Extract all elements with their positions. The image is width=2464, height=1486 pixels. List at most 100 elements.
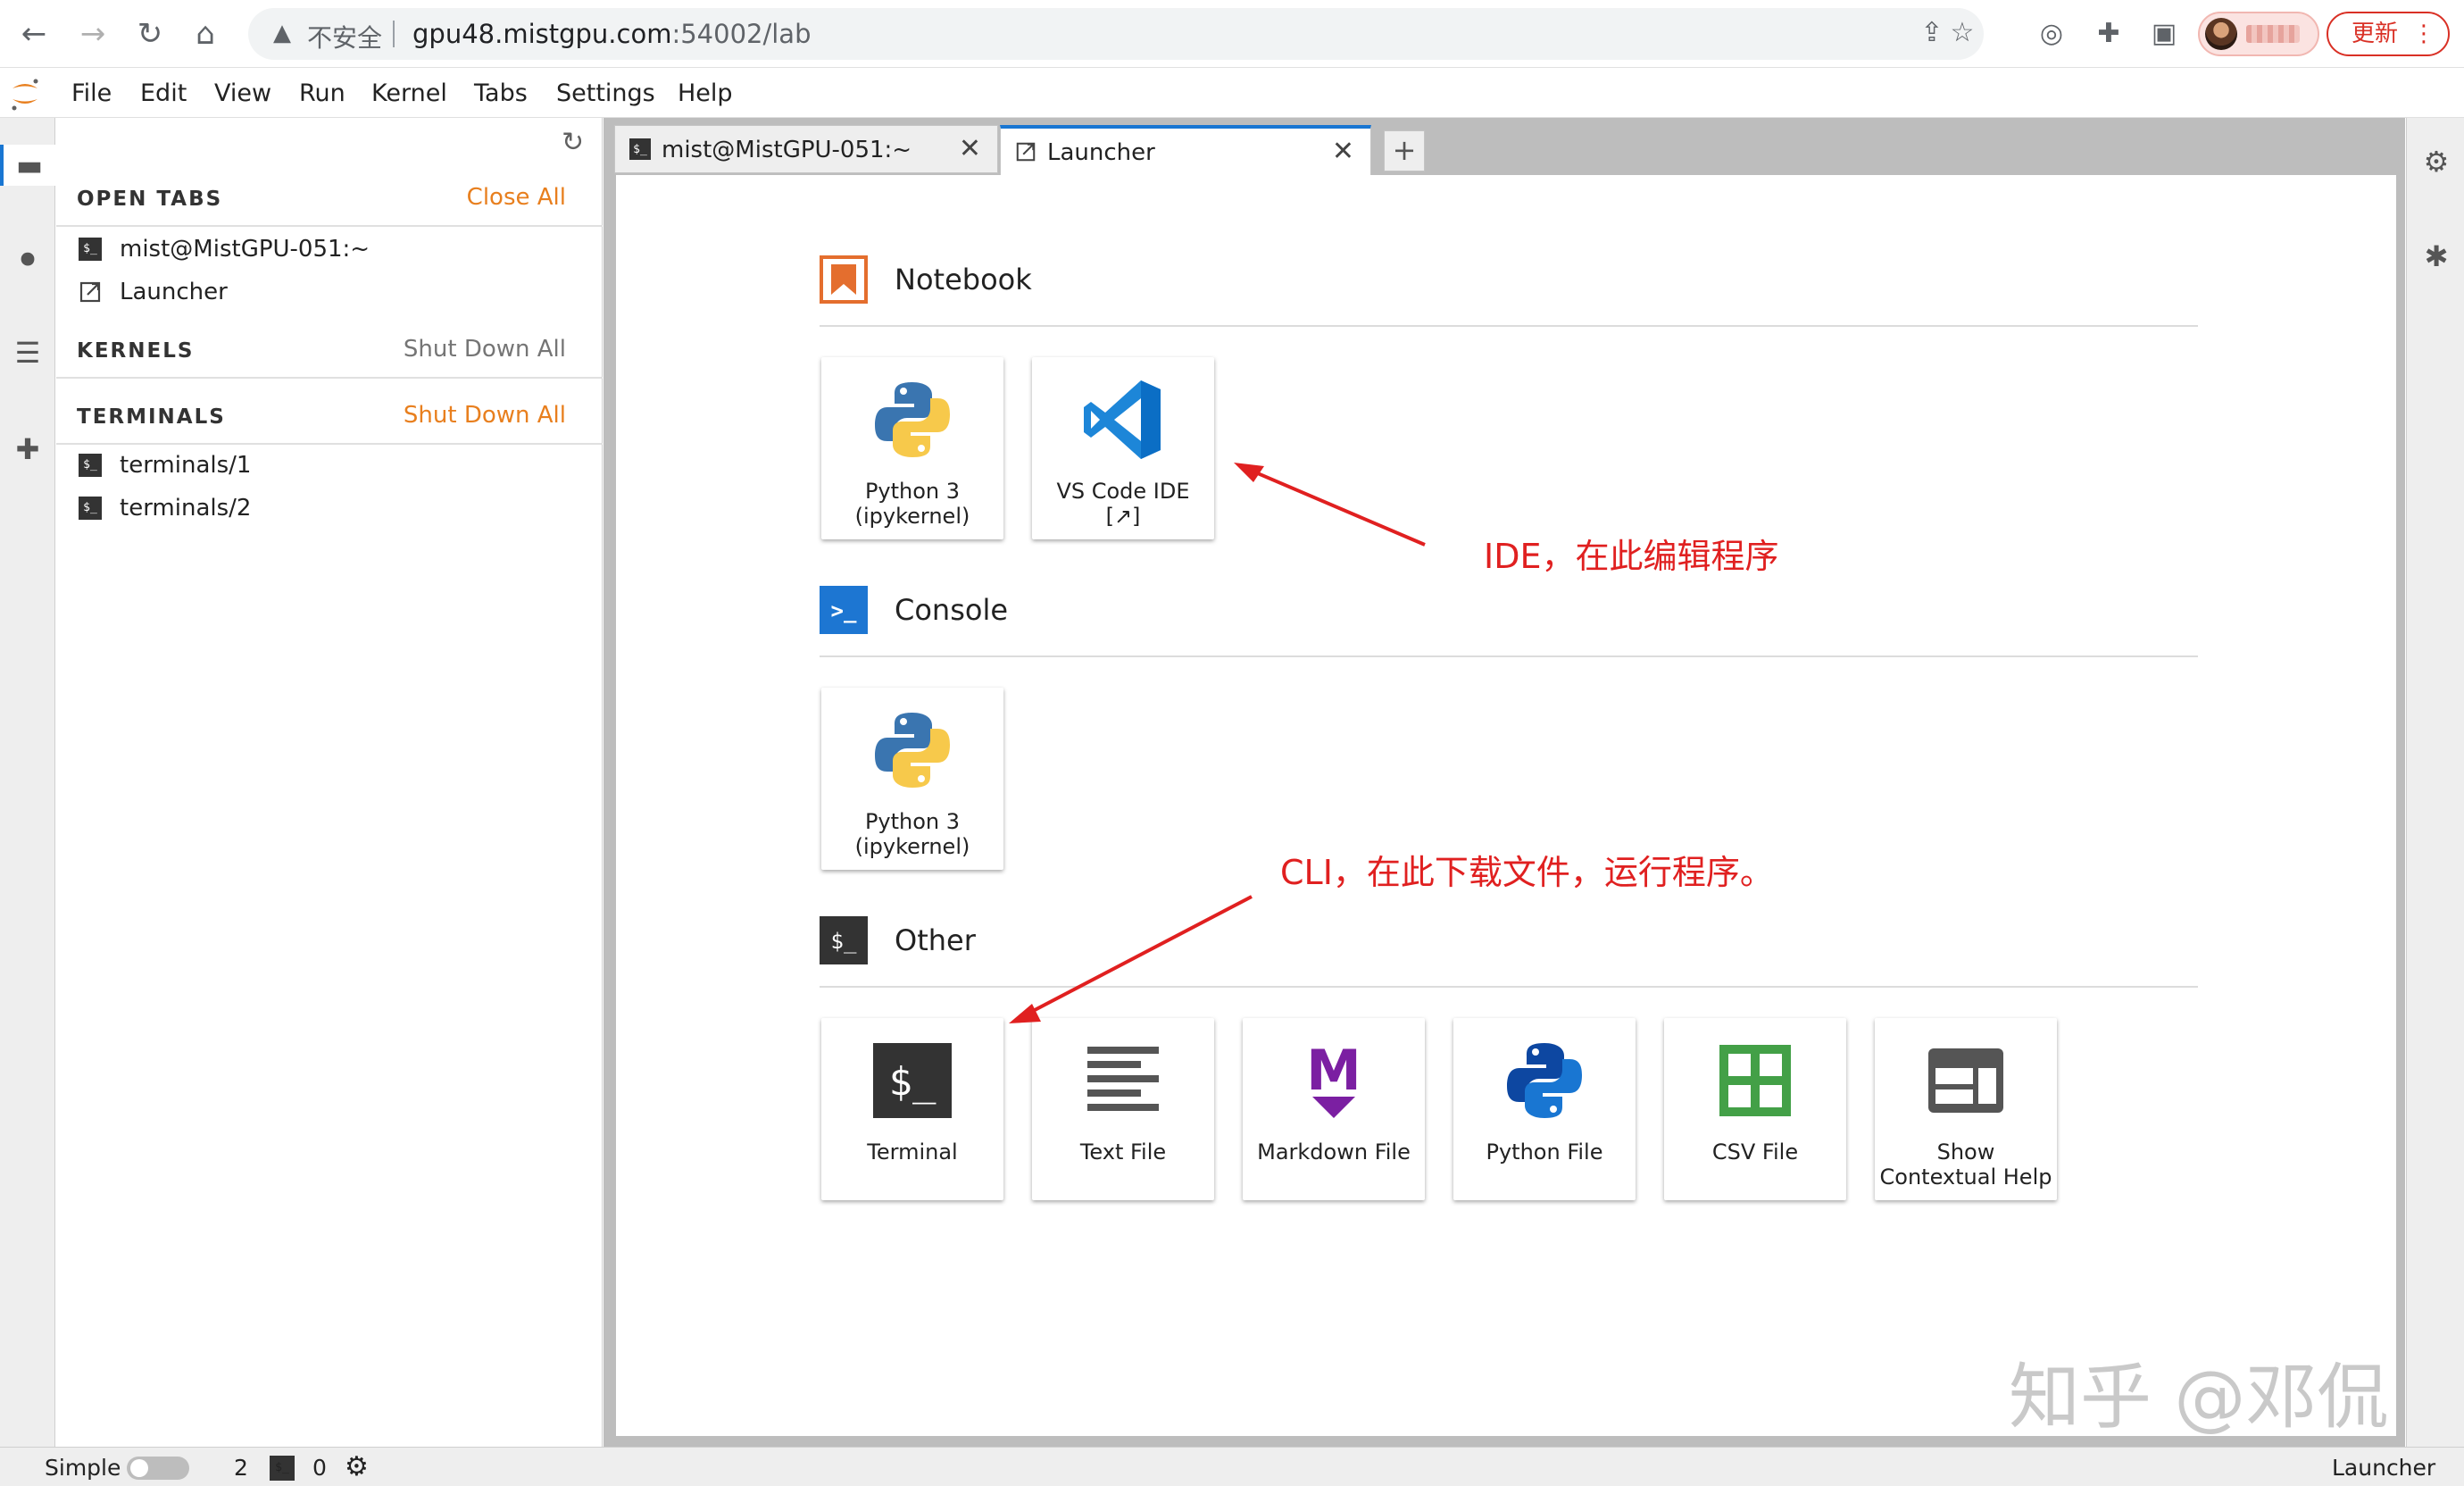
launch-icon [1016, 142, 1036, 162]
active-document-label: Launcher [2332, 1455, 2436, 1481]
section-title-console: Console [895, 593, 1009, 627]
kernels-count[interactable]: 0 [312, 1455, 327, 1481]
simple-mode-toggle[interactable] [127, 1457, 189, 1480]
divider [56, 377, 603, 379]
property-inspector-gears-icon[interactable]: ⚙ [2416, 141, 2457, 182]
tab-label: mist@MistGPU-051:~ [662, 137, 912, 163]
card-contextual-help[interactable]: Show Contextual Help [1875, 1018, 2057, 1200]
other-icon-glyph: $_ [831, 929, 857, 954]
card-csv-file[interactable]: CSV File [1664, 1018, 1846, 1200]
profile-name-redacted [2246, 25, 2300, 43]
avatar [2205, 18, 2237, 50]
menu-run[interactable]: Run [299, 79, 345, 107]
card-label: CSV File [1711, 1140, 1799, 1165]
terminal-icon-glyph: $_ [889, 1059, 936, 1105]
puzzle-icon[interactable]: ✚ [2091, 16, 2127, 52]
kernels-heading: KERNELS [77, 339, 195, 363]
section-divider [820, 986, 2198, 988]
card-notebook-python3[interactable]: Python 3 (ipykernel) [821, 357, 1003, 539]
debugger-bug-icon[interactable]: ✱ [2416, 236, 2457, 277]
arrow-to-vscode [1240, 464, 1426, 547]
console-section-icon: >_ [820, 586, 868, 634]
extension-icon[interactable]: ◎ [2034, 16, 2069, 52]
home-icon[interactable]: ⌂ [184, 13, 227, 55]
toggle-knob [130, 1459, 148, 1477]
new-launcher-button[interactable]: + [1384, 130, 1425, 171]
card-label: Python 3 (ipykernel) [854, 479, 970, 529]
menu-kernel[interactable]: Kernel [371, 79, 447, 107]
menu-edit[interactable]: Edit [140, 79, 187, 107]
update-button[interactable]: 更新 ⋮ [2327, 12, 2450, 56]
annotation-ide: IDE，在此编辑程序 [1484, 537, 1779, 576]
tab-terminal[interactable]: $_ mist@MistGPU-051:~ ✕ [614, 125, 998, 173]
card-label: Text File [1079, 1140, 1167, 1165]
tab-launcher[interactable]: Launcher ✕ [1000, 125, 1371, 175]
table-of-contents-icon[interactable]: ☰ [7, 332, 48, 373]
address-bar[interactable]: ▲ 不安全 gpu48.mistgpu.com:54002/lab ⇪ ☆ [248, 8, 1984, 60]
menu-help[interactable]: Help [678, 79, 733, 107]
close-icon[interactable]: ✕ [959, 133, 981, 164]
bookmark-star-icon[interactable]: ☆ [1944, 15, 1980, 51]
terminals-count[interactable]: 2 [234, 1455, 248, 1481]
card-vscode-ide[interactable]: VS Code IDE [↗] [1032, 357, 1214, 539]
text-file-icon [1087, 1047, 1159, 1111]
terminal-session-label: terminals/2 [120, 495, 252, 522]
zhihu-watermark: 知乎 @邓侃 [2009, 1356, 2389, 1439]
vscode-logo-icon [1084, 380, 1161, 459]
menu-settings[interactable]: Settings [556, 79, 655, 107]
jupyter-logo-icon [12, 79, 38, 111]
extension-puzzle-icon[interactable]: ✚ [7, 429, 48, 470]
menu-view[interactable]: View [214, 79, 271, 107]
terminals-shut-down-all-button[interactable]: Shut Down All [404, 402, 566, 429]
card-label: Terminal [867, 1140, 958, 1165]
divider [56, 443, 603, 445]
python-logo-icon [875, 382, 950, 457]
insecure-label[interactable]: 不安全 [307, 19, 382, 54]
right-activity-bar: ⚙ ✱ [2406, 118, 2464, 1447]
status-bar: Simple 2 $_ 0 ⚙ Launcher [0, 1447, 2464, 1486]
url-path: :54002/lab [671, 19, 812, 49]
left-activity-bar: ▬ ⏺ ☰ ✚ [0, 118, 55, 1447]
browser-toolbar: ← → ↻ ⌂ ▲ 不安全 gpu48.mistgpu.com:54002/la… [0, 0, 2464, 68]
card-label: Python File [1486, 1140, 1603, 1165]
card-label: Markdown File [1257, 1140, 1411, 1165]
menu-file[interactable]: File [71, 79, 112, 107]
card-python-file[interactable]: Python File [1453, 1018, 1636, 1200]
open-tab-label: mist@MistGPU-051:~ [120, 236, 370, 263]
markdown-icon-glyph: M [1306, 1038, 1361, 1103]
open-tabs-heading: OPEN TABS [77, 188, 223, 211]
notebook-section-icon [820, 255, 868, 304]
terminals-heading: TERMINALS [77, 405, 226, 429]
warning-icon[interactable]: ▲ [266, 17, 298, 49]
forward-arrow-icon[interactable]: → [71, 13, 114, 55]
open-tab-label: Launcher [120, 279, 228, 305]
terminal-icon: $_ [79, 238, 102, 261]
jupyter-menubar: File Edit View Run Kernel Tabs Settings … [0, 69, 2464, 118]
section-divider [820, 325, 2198, 327]
reload-icon[interactable]: ↻ [129, 13, 171, 55]
folder-icon[interactable]: ▬ [0, 145, 55, 186]
kernels-shut-down-all-button[interactable]: Shut Down All [404, 336, 566, 363]
more-menu-icon: ⋮ [2412, 21, 2435, 47]
card-markdown-file[interactable]: M Markdown File [1243, 1018, 1425, 1200]
close-icon[interactable]: ✕ [1332, 136, 1354, 167]
sidepanel-icon[interactable]: ▣ [2146, 16, 2182, 52]
card-text-file[interactable]: Text File [1032, 1018, 1214, 1200]
card-console-python3[interactable]: Python 3 (ipykernel) [821, 688, 1003, 870]
simple-mode-label: Simple [45, 1455, 121, 1481]
back-arrow-icon[interactable]: ← [12, 13, 55, 55]
refresh-icon[interactable]: ↻ [562, 127, 584, 158]
terminal-icon: $_ [79, 497, 102, 520]
menu-tabs[interactable]: Tabs [474, 79, 528, 107]
profile-button[interactable] [2198, 12, 2319, 56]
card-terminal[interactable]: $_ Terminal [821, 1018, 1003, 1200]
console-icon-glyph: >_ [831, 598, 857, 623]
url-text[interactable]: gpu48.mistgpu.com:54002/lab [412, 19, 811, 49]
tab-label: Launcher [1047, 139, 1155, 166]
launcher-panel: Notebook Python 3 (ipykernel) VS Code ID… [616, 175, 2396, 1436]
close-all-button[interactable]: Close All [467, 184, 566, 211]
terminal-icon: $_ [629, 138, 651, 160]
python-logo-icon [875, 713, 950, 788]
running-stop-icon[interactable]: ⏺ [7, 238, 48, 279]
terminal-icon: $_ [873, 1043, 952, 1118]
